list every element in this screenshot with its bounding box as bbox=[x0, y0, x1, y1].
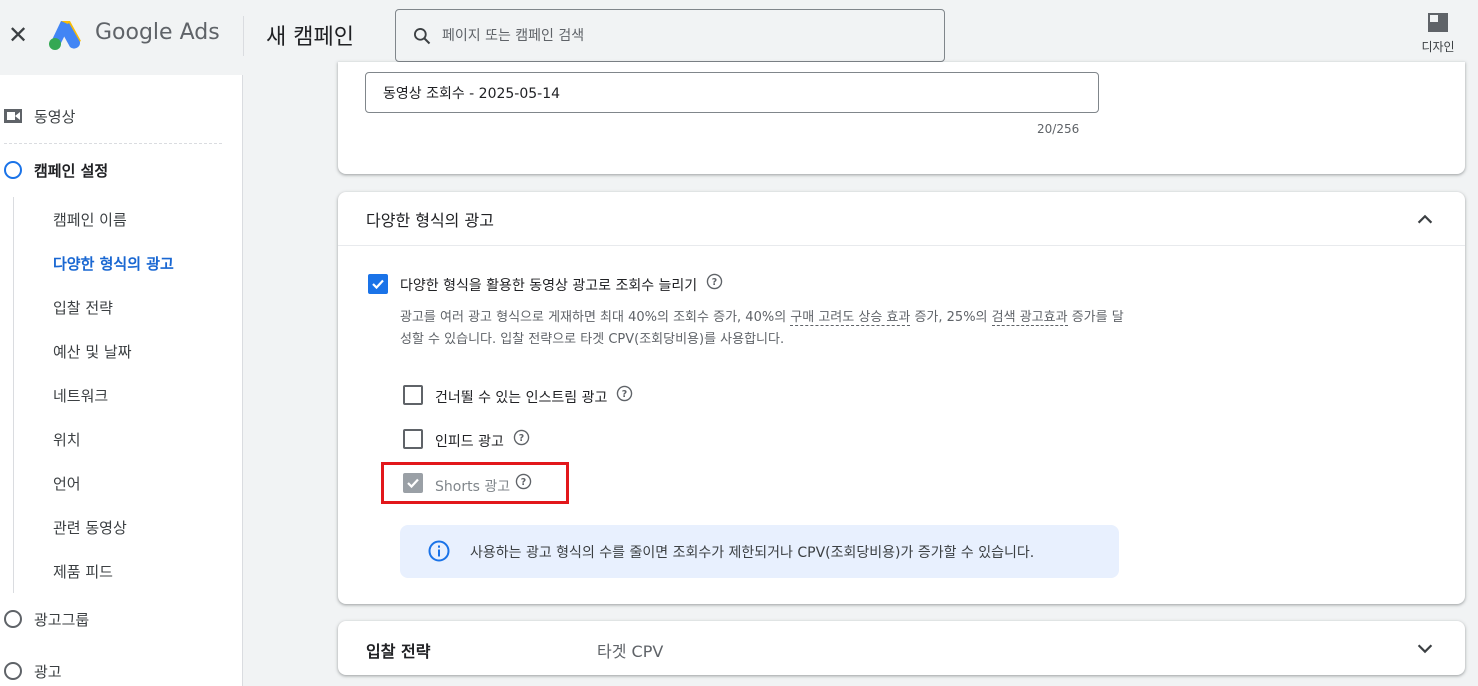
svg-text:?: ? bbox=[519, 433, 524, 444]
char-count: 20/256 bbox=[1037, 122, 1080, 136]
main-multi-format-label: 다양한 형식을 활용한 동영상 광고로 조회수 늘리기 bbox=[400, 278, 698, 294]
design-button[interactable]: 디자인 bbox=[1412, 8, 1464, 58]
chevron-down-icon[interactable] bbox=[1414, 637, 1436, 659]
multi-format-card: 다양한 형식의 광고 다양한 형식을 활용한 동영상 광고로 조회수 늘리기 ?… bbox=[338, 192, 1465, 604]
svg-text:?: ? bbox=[622, 389, 627, 400]
google-ads-logo-icon bbox=[49, 21, 81, 50]
info-icon bbox=[428, 540, 450, 562]
sidebar-item-campaign-settings[interactable]: 캠페인 설정 bbox=[4, 157, 108, 183]
purchase-consideration-link[interactable]: 구매 고려도 상승 효과 bbox=[790, 310, 911, 326]
sidebar-item-ad[interactable]: 광고 bbox=[4, 658, 62, 684]
info-text: 사용하는 광고 형식의 수를 줄이면 조회수가 제한되거나 CPV(조회당비용)… bbox=[470, 545, 1035, 561]
highlight-box bbox=[381, 462, 569, 504]
sidebar-item-campaign-settings-label: 캠페인 설정 bbox=[34, 161, 109, 180]
step-circle-icon bbox=[4, 161, 22, 179]
help-icon[interactable]: ? bbox=[706, 273, 723, 290]
sidebar-item-ad-label: 광고 bbox=[34, 662, 62, 681]
sidebar-tree-line bbox=[13, 197, 14, 593]
sidebar-item-ad-group[interactable]: 광고그룹 bbox=[4, 606, 89, 632]
desc-text-2: 증가, 25%의 bbox=[910, 310, 992, 325]
skippable-instream-label: 건너뛸 수 있는 인스트림 광고 bbox=[435, 390, 608, 406]
main-multi-format-checkbox[interactable] bbox=[368, 274, 388, 294]
in-feed-checkbox[interactable] bbox=[403, 429, 423, 449]
chevron-up-icon[interactable] bbox=[1414, 208, 1436, 230]
help-icon[interactable]: ? bbox=[616, 385, 633, 402]
sidebar-item-languages[interactable]: 언어 bbox=[53, 473, 81, 494]
sidebar-item-multi-format[interactable]: 다양한 형식의 광고 bbox=[53, 253, 174, 274]
sidebar-item-related-videos[interactable]: 관련 동영상 bbox=[53, 517, 127, 538]
search-input[interactable] bbox=[442, 24, 922, 48]
step-circle-icon bbox=[4, 662, 22, 680]
bidding-strategy-card[interactable]: 입찰 전략 타겟 CPV bbox=[338, 621, 1465, 675]
help-icon[interactable]: ? bbox=[513, 429, 530, 446]
multi-format-title: 다양한 형식의 광고 bbox=[366, 211, 494, 230]
campaign-name-input[interactable] bbox=[365, 72, 1099, 113]
bidding-value: 타겟 CPV bbox=[597, 642, 664, 661]
multi-format-description: 광고를 여러 광고 형식으로 게재하면 최대 40%의 조회수 증가, 40%의… bbox=[400, 307, 1130, 351]
sidebar: 동영상 캠페인 설정 캠페인 이름 다양한 형식의 광고 입찰 전략 예산 및 … bbox=[0, 75, 243, 686]
close-icon[interactable]: ✕ bbox=[8, 23, 28, 47]
desc-text-1: 광고를 여러 광고 형식으로 게재하면 최대 40%의 조회수 증가, 40%의 bbox=[400, 310, 791, 325]
svg-text:?: ? bbox=[712, 277, 717, 288]
sidebar-item-bidding[interactable]: 입찰 전략 bbox=[53, 297, 113, 318]
check-icon bbox=[372, 279, 384, 290]
search-box[interactable] bbox=[395, 9, 945, 62]
sidebar-item-ad-group-label: 광고그룹 bbox=[34, 610, 90, 629]
page-title: 새 캠페인 bbox=[266, 25, 354, 50]
design-icon bbox=[1428, 13, 1448, 32]
in-feed-label: 인피드 광고 bbox=[435, 434, 504, 450]
title-divider bbox=[243, 16, 244, 56]
design-label: 디자인 bbox=[1421, 40, 1455, 54]
sidebar-item-campaign-name[interactable]: 캠페인 이름 bbox=[53, 209, 127, 230]
step-circle-icon bbox=[4, 610, 22, 628]
sidebar-item-networks[interactable]: 네트워크 bbox=[53, 385, 108, 406]
sidebar-item-budget-dates[interactable]: 예산 및 날짜 bbox=[53, 341, 132, 362]
sidebar-item-product-feed[interactable]: 제품 피드 bbox=[53, 561, 113, 582]
sidebar-item-video[interactable]: 동영상 bbox=[4, 103, 75, 129]
search-icon bbox=[414, 28, 431, 45]
video-camera-icon bbox=[4, 109, 22, 123]
skippable-instream-checkbox[interactable] bbox=[403, 385, 423, 405]
bidding-title: 입찰 전략 bbox=[366, 642, 431, 661]
info-banner: 사용하는 광고 형식의 수를 줄이면 조회수가 제한되거나 CPV(조회당비용)… bbox=[400, 525, 1119, 578]
sidebar-divider bbox=[4, 143, 222, 144]
sidebar-item-video-label: 동영상 bbox=[34, 107, 76, 126]
logo-text: Google Ads bbox=[95, 20, 220, 45]
multi-format-card-header[interactable]: 다양한 형식의 광고 bbox=[338, 192, 1465, 246]
sidebar-item-locations[interactable]: 위치 bbox=[53, 429, 81, 450]
campaign-name-card: 20/256 bbox=[338, 62, 1465, 174]
search-lift-link[interactable]: 검색 광고효과 bbox=[991, 310, 1068, 326]
